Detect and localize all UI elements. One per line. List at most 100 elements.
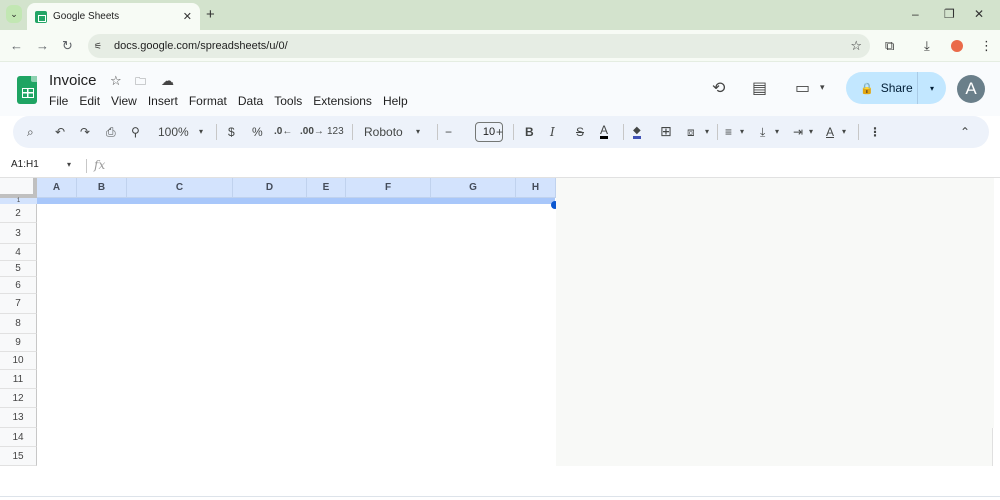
menu-format[interactable]: Format: [189, 94, 227, 108]
column-header-h[interactable]: H: [516, 178, 556, 198]
forward-icon[interactable]: →: [36, 38, 49, 53]
search-menus-icon[interactable]: ⌕: [27, 125, 34, 139]
account-avatar[interactable]: A: [957, 75, 985, 103]
share-main-button[interactable]: 🔒 Share: [846, 72, 918, 104]
collapse-toolbar-icon[interactable]: ⌃: [960, 125, 970, 139]
menu-edit[interactable]: Edit: [79, 94, 100, 108]
vertical-align-button[interactable]: ⤓: [760, 125, 765, 139]
site-info-icon[interactable]: ⚟: [94, 41, 108, 52]
close-tab-icon[interactable]: ✕: [183, 10, 192, 23]
cloud-status-icon[interactable]: ☁: [161, 73, 174, 89]
bookmark-star-icon[interactable]: ☆: [850, 38, 862, 54]
row-header-5[interactable]: 5: [0, 261, 37, 277]
italic-button[interactable]: I: [550, 125, 555, 139]
menu-view[interactable]: View: [111, 94, 137, 108]
column-header-b[interactable]: B: [77, 178, 127, 198]
merge-dropdown-icon[interactable]: ▾: [705, 125, 709, 139]
minimize-icon[interactable]: –: [912, 7, 919, 21]
url-text[interactable]: docs.google.com/spreadsheets/u/0/: [114, 40, 288, 52]
reload-icon[interactable]: ↻: [62, 38, 73, 54]
row-header-2[interactable]: 2: [0, 204, 37, 223]
new-tab-button[interactable]: +: [206, 6, 215, 23]
row-header-8[interactable]: 8: [0, 314, 37, 334]
menu-extensions[interactable]: Extensions: [313, 94, 372, 108]
row-header-10[interactable]: 10: [0, 352, 37, 370]
column-header-c[interactable]: C: [127, 178, 233, 198]
column-header-a[interactable]: A: [37, 178, 77, 198]
download-icon[interactable]: ⤓: [924, 38, 930, 54]
name-box-dropdown-icon[interactable]: ▾: [67, 160, 71, 169]
horizontal-align-button[interactable]: ≡: [725, 125, 732, 139]
more-options-icon[interactable]: ⋮: [869, 125, 881, 139]
row-header-14[interactable]: 14: [0, 428, 37, 447]
menu-insert[interactable]: Insert: [148, 94, 178, 108]
font-dropdown-icon[interactable]: ▾: [416, 125, 420, 139]
star-icon[interactable]: ☆: [110, 73, 122, 89]
share-button[interactable]: 🔒 Share ▾: [846, 72, 946, 104]
font-family-select[interactable]: Roboto: [364, 125, 403, 139]
more-formats-button[interactable]: 123: [327, 125, 344, 139]
row-header-12[interactable]: 12: [0, 389, 37, 408]
menu-tools[interactable]: Tools: [274, 94, 302, 108]
merge-cells-button[interactable]: ⧈: [687, 125, 695, 139]
selected-range[interactable]: [37, 198, 555, 204]
spreadsheet-grid[interactable]: A B C D E F G H 1 2 3 4 5 6 7 8 9 10 11 …: [0, 178, 1000, 500]
print-icon[interactable]: ⎙: [106, 125, 116, 139]
extensions-icon[interactable]: ⧉: [885, 38, 894, 54]
menu-file[interactable]: File: [49, 94, 68, 108]
share-dropdown-icon[interactable]: ▾: [918, 84, 946, 93]
valign-dropdown-icon[interactable]: ▾: [775, 125, 779, 139]
increase-font-size-button[interactable]: +: [496, 125, 503, 139]
text-wrapping-button[interactable]: ⇥: [793, 125, 803, 139]
row-header-11[interactable]: 11: [0, 370, 37, 389]
column-header-g[interactable]: G: [431, 178, 516, 198]
redo-icon[interactable]: ↷: [80, 125, 90, 139]
address-bar[interactable]: ⚟ docs.google.com/spreadsheets/u/0/ ☆: [88, 34, 870, 58]
wrap-dropdown-icon[interactable]: ▾: [809, 125, 813, 139]
meet-dropdown-icon[interactable]: ▾: [820, 82, 825, 93]
zoom-select[interactable]: 100%: [158, 125, 189, 139]
percent-format-button[interactable]: %: [252, 125, 263, 139]
version-history-icon[interactable]: ⟲: [712, 78, 725, 98]
column-header-f[interactable]: F: [346, 178, 431, 198]
meet-camera-icon[interactable]: ▭: [795, 78, 810, 98]
decrease-decimal-button[interactable]: .0←: [274, 125, 292, 139]
name-box[interactable]: A1:H1: [11, 159, 39, 170]
row-header-7[interactable]: 7: [0, 294, 37, 314]
menu-data[interactable]: Data: [238, 94, 263, 108]
row-header-15[interactable]: 15: [0, 447, 37, 466]
undo-icon[interactable]: ↶: [55, 125, 65, 139]
column-header-e[interactable]: E: [307, 178, 346, 198]
sheets-logo-icon[interactable]: [17, 76, 37, 104]
zoom-dropdown-icon[interactable]: ▾: [199, 125, 203, 139]
back-icon[interactable]: ←: [10, 38, 23, 53]
profile-icon[interactable]: [951, 40, 963, 52]
select-all-corner[interactable]: [0, 178, 37, 198]
text-color-button[interactable]: A: [600, 124, 609, 139]
row-header-9[interactable]: 9: [0, 334, 37, 352]
tab-search-button[interactable]: ⌄: [6, 5, 22, 23]
fill-color-button[interactable]: ◆: [633, 125, 641, 139]
menu-help[interactable]: Help: [383, 94, 408, 108]
browser-tab-google-sheets[interactable]: Google Sheets ✕: [27, 3, 200, 30]
strikethrough-button[interactable]: S: [576, 125, 584, 139]
decrease-font-size-button[interactable]: −: [445, 125, 452, 139]
align-dropdown-icon[interactable]: ▾: [740, 125, 744, 139]
bold-button[interactable]: B: [525, 125, 534, 139]
row-header-6[interactable]: 6: [0, 277, 37, 294]
column-header-d[interactable]: D: [233, 178, 307, 198]
row-header-4[interactable]: 4: [0, 244, 37, 261]
currency-format-button[interactable]: $: [228, 125, 235, 139]
move-folder-icon[interactable]: 🗀: [135, 73, 146, 92]
document-title[interactable]: Invoice: [49, 72, 97, 89]
text-rotation-button[interactable]: A: [826, 125, 834, 139]
close-window-icon[interactable]: ✕: [974, 7, 984, 21]
row-header-3[interactable]: 3: [0, 223, 37, 244]
borders-button[interactable]: ⊞: [660, 124, 672, 138]
row-header-13[interactable]: 13: [0, 408, 37, 428]
vertical-scrollbar[interactable]: [992, 428, 998, 466]
browser-menu-icon[interactable]: ⋮: [980, 38, 993, 54]
rotation-dropdown-icon[interactable]: ▾: [842, 125, 846, 139]
restore-icon[interactable]: ❐: [944, 7, 955, 21]
comments-icon[interactable]: ▤: [752, 78, 767, 98]
